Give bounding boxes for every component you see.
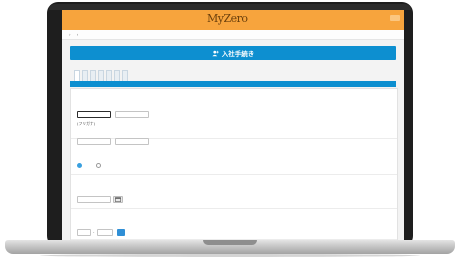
tab-personal-info[interactable] [74, 70, 80, 81]
postal-hyphen: - [93, 230, 95, 234]
form-tabs [74, 70, 128, 81]
postal-code-first-field[interactable] [77, 229, 91, 236]
header-links [374, 15, 400, 21]
tab-5[interactable] [106, 70, 112, 81]
app-header: MyZero [62, 10, 404, 30]
name-kana-title: (フリガナ) [77, 121, 96, 126]
tab-7[interactable] [122, 70, 128, 81]
last-name-kana-field[interactable] [77, 138, 111, 145]
kana-fields-row [71, 138, 397, 152]
birthdate-section [71, 174, 397, 209]
laptop-base-notch [203, 240, 257, 245]
user-add-icon [212, 50, 219, 56]
gender-radio-female[interactable] [96, 163, 101, 168]
laptop-screen: MyZero › › 入社手続き (フリガナ) - [62, 10, 404, 242]
breadcrumb-separator: › [69, 32, 71, 37]
employee-form: (フリガナ) - [70, 88, 398, 242]
page-title: 入社手続き [221, 50, 255, 58]
calendar-icon [115, 197, 121, 202]
section-header-band [70, 81, 396, 87]
calendar-button[interactable] [113, 196, 123, 203]
breadcrumb: › › [62, 30, 404, 40]
first-name-field[interactable] [115, 111, 149, 118]
tab-2[interactable] [82, 70, 88, 81]
birthdate-field[interactable] [77, 196, 111, 203]
first-name-kana-field[interactable] [115, 138, 149, 145]
app-logo[interactable]: MyZero [207, 12, 248, 26]
postal-section: - [71, 208, 397, 240]
last-name-field[interactable] [77, 111, 111, 118]
tab-3[interactable] [90, 70, 96, 81]
name-section: (フリガナ) [71, 89, 397, 139]
header-menu-button[interactable] [390, 15, 400, 21]
tab-6[interactable] [114, 70, 120, 81]
postal-code-second-field[interactable] [97, 229, 113, 236]
address-search-button[interactable] [117, 229, 125, 236]
breadcrumb-separator: › [76, 32, 79, 37]
page-title-band: 入社手続き [70, 46, 396, 60]
gender-section [71, 152, 397, 175]
tab-4[interactable] [98, 70, 104, 81]
gender-radio-male[interactable] [77, 163, 82, 168]
